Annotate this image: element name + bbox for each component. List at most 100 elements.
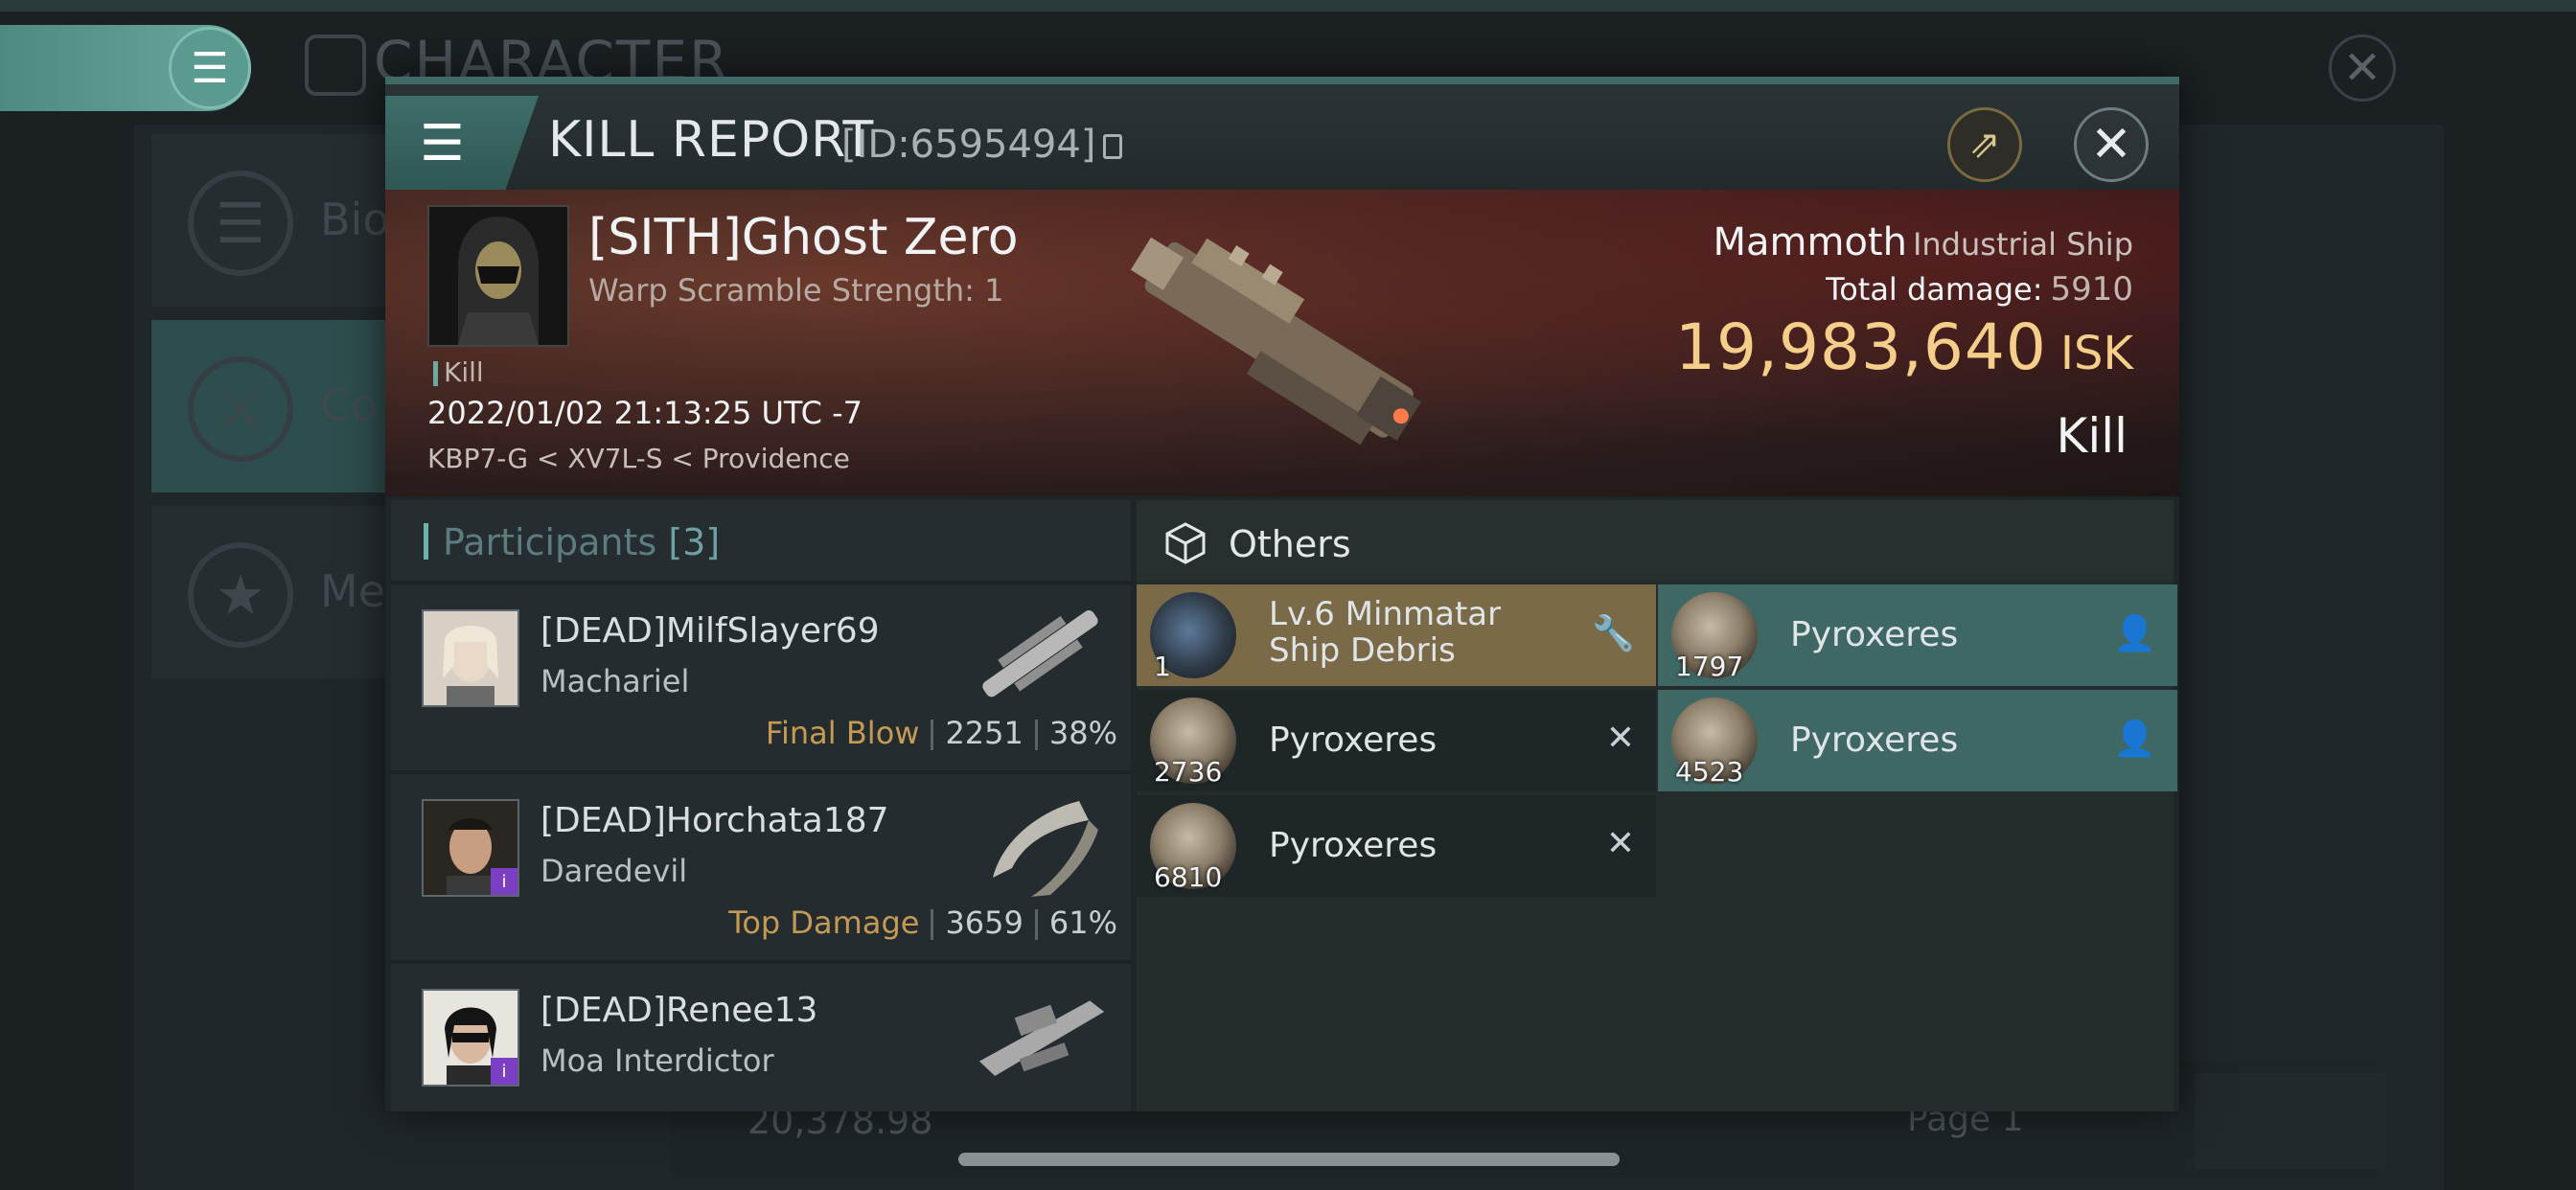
divider [1034, 720, 1038, 750]
status-badge: i [491, 868, 518, 895]
item-quantity: 2736 [1154, 756, 1223, 788]
loot-item[interactable]: 1797 Pyroxeres 👤 [1658, 584, 2177, 686]
kill-id: [ID:6595494] [841, 123, 1123, 167]
person-icon: 👤 [2113, 614, 2156, 653]
copy-icon[interactable] [1103, 134, 1123, 159]
victim-name[interactable]: [SITH]Ghost Zero [588, 209, 1019, 266]
participant-tag: Final Blow [765, 715, 920, 751]
isk-unit: ISK [2059, 327, 2133, 380]
participant-stats: Top Damage 3659 61% [728, 904, 1117, 941]
participant-name: [DEAD]Horchata187 [540, 801, 889, 840]
participant-avatar: i [422, 799, 519, 897]
kill-location: KBP7-G < XV7L-S < Providence [427, 443, 850, 474]
background-card-bio[interactable]: ☰ Bio [151, 134, 391, 307]
header-accent [424, 523, 428, 560]
participant-ship: Moa Interdictor [540, 1042, 774, 1079]
kill-result: Kill [2056, 408, 2128, 464]
background-card-medals[interactable]: ★ Me [151, 506, 391, 678]
isk-amount: 19,983,640 [1675, 310, 2047, 384]
participant-ship-image [993, 801, 1098, 897]
cube-icon [1165, 522, 1206, 564]
victim-ship: Mammoth Industrial Ship [1713, 220, 2133, 264]
background-close-button[interactable]: ✕ [2329, 34, 2396, 102]
background-menu-button[interactable]: ☰ [169, 27, 251, 109]
participants-count: [3] [668, 521, 721, 563]
close-button[interactable]: ✕ [2074, 107, 2149, 182]
item-quantity: 4523 [1675, 756, 1744, 788]
others-panel: Others 1 Lv.6 Minmatar Ship Debris 🔧 179… [1137, 500, 2177, 1111]
participant-ship-image [978, 1000, 1105, 1077]
share-icon: ⇗ [1968, 123, 2001, 167]
background-card-label: Co [320, 379, 379, 431]
participant-damage: 2251 [945, 715, 1024, 751]
others-header: Others [1137, 500, 2174, 581]
participants-panel: Participants [3] [DEAD]MilfSlayer69 Mach… [391, 500, 1131, 1111]
item-name: Pyroxeres [1790, 615, 1959, 654]
background-card-label: Bio [320, 194, 390, 245]
wrench-icon: 🔧 [1592, 614, 1635, 653]
participant-row[interactable]: [DEAD]MilfSlayer69 Machariel Final Blow 2… [391, 584, 1131, 770]
star-icon: ★ [188, 542, 293, 648]
close-icon: ✕ [2090, 116, 2132, 173]
kill-tag: Kill [433, 356, 484, 388]
others-title: Others [1229, 523, 1351, 565]
background-card-label: Me [320, 565, 385, 617]
isk-value: 19,983,640 ISK [1675, 310, 2133, 384]
modal-menu-button[interactable]: ☰ [385, 96, 539, 192]
participant-percent: 38% [1048, 715, 1117, 751]
participant-row[interactable]: i [DEAD]Horchata187 Daredevil Top Damage… [391, 774, 1131, 960]
participant-name: [DEAD]Renee13 [540, 991, 818, 1030]
item-quantity: 1 [1154, 651, 1171, 682]
item-quantity: 1797 [1675, 651, 1744, 682]
ship-name[interactable]: Mammoth [1713, 220, 1906, 264]
total-damage-label: Total damage: [1826, 271, 2043, 308]
top-bar [0, 0, 2576, 11]
participant-ship-image [982, 610, 1098, 698]
kill-report-modal: ☰ KILL REPORT [ID:6595494] ⇗ ✕ [SITH]Gho… [385, 77, 2179, 1111]
status-badge: i [491, 1058, 518, 1085]
destroyed-icon: ✕ [1605, 719, 1635, 758]
hamburger-icon: ☰ [191, 43, 229, 93]
participants-header: Participants [3] [391, 500, 1131, 581]
list-icon: ☰ [188, 171, 293, 276]
participant-damage: 3659 [945, 904, 1024, 941]
participants-label: Participants [443, 521, 657, 563]
background-card-combat[interactable]: ⚔ Co [151, 320, 391, 492]
loot-item[interactable]: 4523 Pyroxeres 👤 [1658, 690, 2177, 791]
loot-item[interactable]: 2736 Pyroxeres ✕ [1137, 690, 1656, 791]
victim-ship-image[interactable] [1094, 195, 1459, 492]
participant-name: [DEAD]MilfSlayer69 [540, 611, 880, 651]
modal-header: ☰ KILL REPORT [ID:6595494] ⇗ ✕ [385, 84, 2179, 192]
participant-avatar [422, 609, 519, 707]
participant-ship: Machariel [540, 663, 690, 699]
kill-datetime: 2022/01/02 21:13:25 UTC -7 [427, 395, 863, 431]
modal-title: KILL REPORT [548, 111, 875, 169]
item-name: Pyroxeres [1269, 721, 1438, 760]
item-name: Lv.6 Minmatar Ship Debris [1269, 595, 1502, 670]
participant-ship: Daredevil [540, 853, 688, 889]
filter-button[interactable] [2195, 1073, 2386, 1169]
participant-row[interactable]: i [DEAD]Renee13 Moa Interdictor [391, 964, 1131, 1111]
kill-id-text: [ID:6595494] [841, 123, 1096, 167]
participants-title: Participants [3] [443, 521, 720, 563]
destroyed-icon: ✕ [1605, 824, 1635, 863]
divider [931, 720, 934, 750]
item-name: Pyroxeres [1269, 826, 1438, 865]
participant-stats: Final Blow 2251 38% [766, 715, 1117, 751]
loot-item[interactable]: 1 Lv.6 Minmatar Ship Debris 🔧 [1137, 584, 1656, 686]
divider [931, 909, 934, 940]
loot-item[interactable]: 6810 Pyroxeres ✕ [1137, 795, 1656, 897]
warp-scramble-strength: Warp Scramble Strength: 1 [588, 272, 1004, 309]
crossed-swords-icon: ⚔ [188, 356, 293, 462]
share-button[interactable]: ⇗ [1947, 107, 2022, 182]
close-icon: ✕ [2342, 41, 2382, 95]
item-quantity: 6810 [1154, 861, 1223, 893]
total-damage-value: 5910 [2050, 270, 2133, 309]
item-name: Pyroxeres [1790, 721, 1959, 760]
modal-top-accent [385, 77, 2179, 84]
participant-percent: 61% [1048, 904, 1117, 941]
home-indicator[interactable] [958, 1153, 1620, 1166]
hamburger-icon: ☰ [420, 115, 465, 172]
victim-portrait[interactable] [427, 205, 569, 347]
total-damage: Total damage: 5910 [1826, 270, 2133, 309]
